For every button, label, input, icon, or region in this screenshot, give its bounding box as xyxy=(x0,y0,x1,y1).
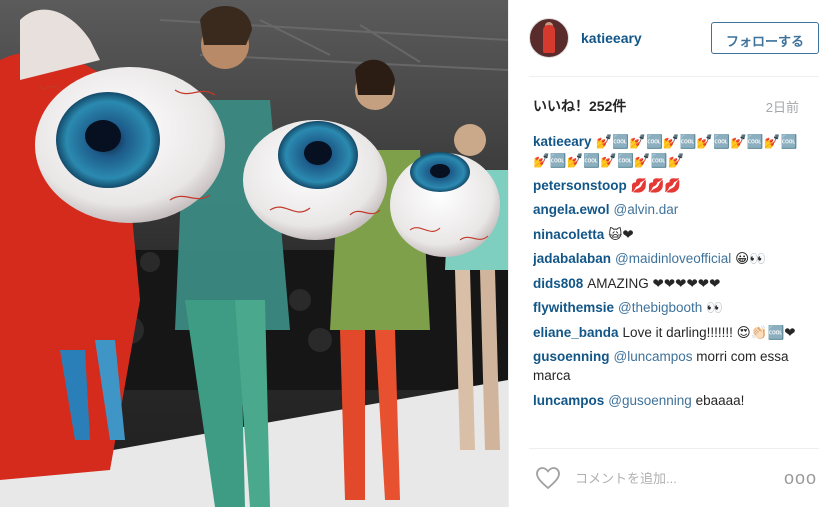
post-photo[interactable] xyxy=(0,0,508,507)
comment-text: 💋💋💋 xyxy=(630,177,682,193)
post-time[interactable]: 2日前 xyxy=(766,97,799,116)
comment-item: luncampos @gusoenning ebaaaa! xyxy=(533,391,813,410)
comment-mention[interactable]: @gusoenning xyxy=(608,393,692,408)
comment-username[interactable]: katieeary xyxy=(533,134,592,149)
comment-text: 😀👀 xyxy=(735,251,766,266)
comment-text: 🙀❤ xyxy=(608,226,634,242)
comment-username[interactable]: petersonstoop xyxy=(533,178,627,193)
comment-input[interactable] xyxy=(573,469,777,487)
comment-mention[interactable]: @maidinloveofficial xyxy=(615,251,731,266)
comment-mention[interactable]: @luncampos xyxy=(614,349,693,364)
comment-item: flywithemsie @thebigbooth 👀 xyxy=(533,298,813,317)
likes-row: いいね！252件 2日前 xyxy=(533,96,799,116)
comment-username[interactable]: eliane_banda xyxy=(533,325,619,340)
header-divider xyxy=(529,76,819,77)
avatar[interactable] xyxy=(529,18,569,58)
comment-username[interactable]: luncampos xyxy=(533,393,604,408)
comment-text: 👀 xyxy=(706,300,723,315)
comment-item: petersonstoop 💋💋💋 xyxy=(533,176,813,195)
comment-mention[interactable]: @thebigbooth xyxy=(618,300,702,315)
comment-username[interactable]: dids808 xyxy=(533,276,583,291)
post-details-panel: katieeary フォローする いいね！252件 2日前 katieeary 💅… xyxy=(508,0,829,507)
comment-username[interactable]: jadabalaban xyxy=(533,251,611,266)
comment-item: angela.ewol @alvin.dar xyxy=(533,200,813,219)
post-header: katieeary フォローする xyxy=(529,14,819,62)
comments-list: katieeary 💅🆒💅🆒💅🆒💅🆒💅🆒💅🆒💅🆒💅🆒💅🆒💅🆒💅 petersons… xyxy=(533,132,813,447)
comment-username[interactable]: angela.ewol xyxy=(533,202,610,217)
comment-text: Love it darling!!!!!!! 😍👏🏻🆒❤ xyxy=(622,324,796,340)
post-username[interactable]: katieeary xyxy=(581,30,642,46)
more-options-icon[interactable]: ooo xyxy=(784,468,817,489)
comment-item: eliane_banda Love it darling!!!!!!! 😍👏🏻🆒❤ xyxy=(533,323,813,342)
comment-item: ninacoletta 🙀❤ xyxy=(533,225,813,244)
comment-item: katieeary 💅🆒💅🆒💅🆒💅🆒💅🆒💅🆒💅🆒💅🆒💅🆒💅🆒💅 xyxy=(533,132,813,170)
comment-text: ebaaaa! xyxy=(695,392,745,408)
comment-username[interactable]: flywithemsie xyxy=(533,300,614,315)
comment-text: AMAZING ❤❤❤❤❤❤ xyxy=(587,275,721,291)
comment-item: gusoenning @luncampos morri com essa marc… xyxy=(533,347,813,385)
comment-username[interactable]: gusoenning xyxy=(533,349,610,364)
likes-count[interactable]: いいね！252件 xyxy=(533,96,626,116)
comment-username[interactable]: ninacoletta xyxy=(533,227,604,242)
follow-button[interactable]: フォローする xyxy=(710,22,819,54)
comment-mention[interactable]: @alvin.dar xyxy=(614,202,679,217)
heart-icon[interactable] xyxy=(535,466,561,490)
comment-item: dids808 AMAZING ❤❤❤❤❤❤ xyxy=(533,274,813,293)
comment-footer: ooo xyxy=(529,448,819,507)
comment-item: jadabalaban @maidinloveofficial 😀👀 xyxy=(533,249,813,268)
